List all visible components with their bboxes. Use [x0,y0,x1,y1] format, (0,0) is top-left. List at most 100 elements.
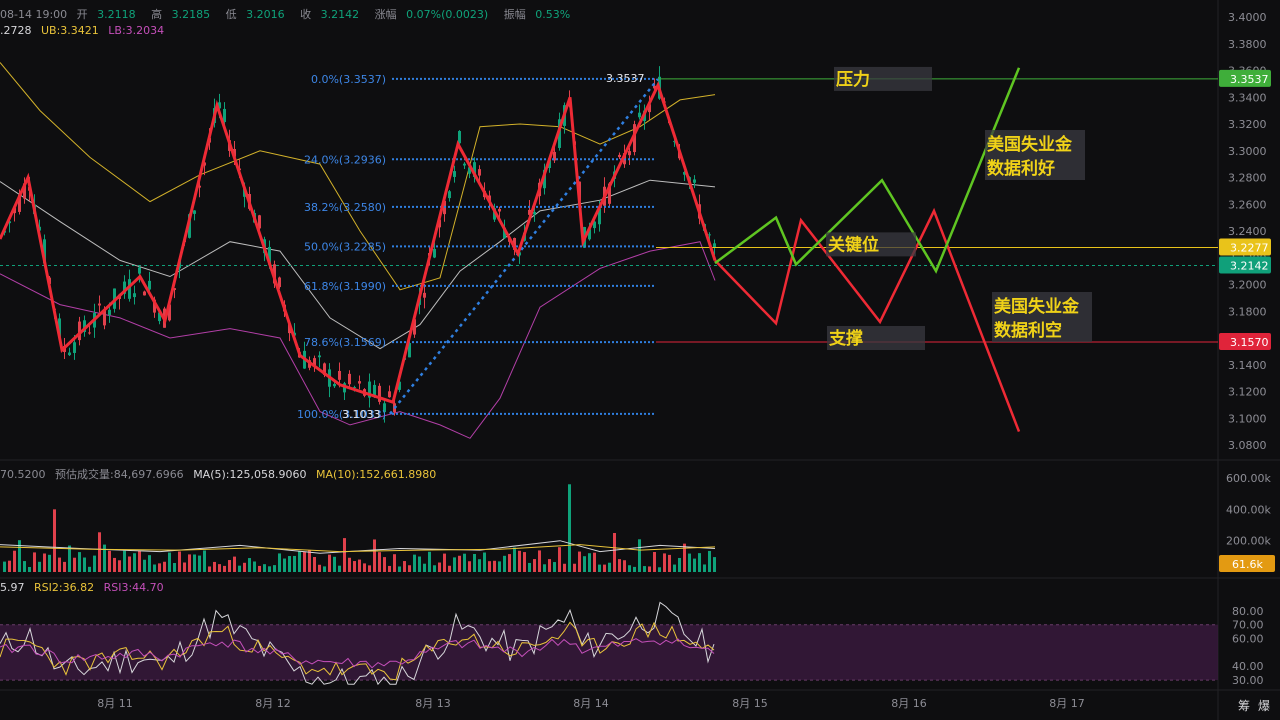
candle-body [333,383,336,387]
candle-body [88,332,91,334]
volume-bar [128,556,131,572]
price-tick: 3.3200 [1228,118,1267,131]
volume-tick: 400.00k [1226,503,1271,516]
volume-bar [698,553,701,572]
date-tick: 8月 15 [732,697,768,710]
volume-bar [633,566,636,572]
volume-bar [208,566,211,572]
volume-bar [188,554,191,572]
volume-bar [673,564,676,572]
volume-bar [678,557,681,572]
volume-bar [113,557,116,572]
volume-bar [223,565,226,572]
volume-bar [493,560,496,572]
price-tick: 3.2000 [1228,279,1267,292]
volume-bar [558,547,561,572]
volume-bar [173,563,176,572]
volume-bar [423,563,426,572]
volume-bar [463,553,466,572]
volume-bar [388,565,391,572]
candle-body [98,303,101,306]
volume-bar [498,561,501,572]
candle-body [693,179,696,183]
candle-body [143,291,146,296]
volume-tick: 200.00k [1226,535,1271,548]
rsi-tick: 40.00 [1232,660,1264,673]
volume-bar [668,554,671,572]
fib-level-label: 24.0%(3.2936) [304,153,386,166]
volume-bar [538,550,541,572]
volume-bar [333,556,336,572]
price-marker-label: 3.1570 [1230,336,1269,349]
volume-bar [343,538,346,572]
volume-bar [73,557,76,572]
candle-body [533,211,536,215]
fib-level-label: 38.2%(3.2580) [304,201,386,214]
volume-bar [348,557,351,572]
price-tick: 3.2800 [1228,172,1267,185]
volume-bar [513,547,516,572]
volume-bar [508,554,511,572]
volume-bar [413,554,416,572]
volume-bar [313,557,316,572]
candle-body [138,267,141,274]
volume-bar [118,560,121,572]
candle-body [348,373,351,385]
volume-bar [248,558,251,572]
volume-bar [528,562,531,572]
volume-bar [323,566,326,572]
volume-bar [243,562,246,572]
resistance-label: 压力 [836,69,870,90]
price-tick: 3.3400 [1228,91,1267,104]
volume-bar [618,559,621,572]
price-tick: 3.1800 [1228,305,1267,318]
price-tick: 3.1000 [1228,412,1267,425]
price-marker-label: 3.2142 [1230,260,1269,273]
volume-bar [158,563,161,572]
volume-bar [23,561,26,572]
volume-bar [708,550,711,572]
candle-body [73,342,76,353]
volume-bar [228,560,231,572]
volume-bar [163,561,166,572]
price-tick: 3.3000 [1228,145,1267,158]
volume-bar [178,551,181,572]
volume-bar [48,554,51,572]
candle-body [618,154,621,158]
bearish-note-line1: 美国失业金 [994,296,1080,317]
date-tick: 8月 13 [415,697,451,710]
fib-high-label: 3.3537 [606,72,645,85]
trading-chart[interactable]: 3.40003.38003.36003.34003.32003.30003.28… [0,0,1280,720]
volume-bar [98,532,101,572]
candle-body [478,169,481,176]
volume-bar [263,564,266,572]
volume-bar [233,556,236,572]
volume-bar [133,553,136,572]
volume-bar [543,564,546,572]
volume-bar [393,554,396,572]
candle-body [628,151,631,156]
candle-body [278,277,281,288]
candle-body [68,352,71,356]
volume-bar [503,555,506,572]
volume-bar [293,555,296,572]
volume-bar [433,565,436,572]
price-tick: 3.1200 [1228,386,1267,399]
price-tick: 3.1400 [1228,359,1267,372]
price-tick: 3.2600 [1228,198,1267,211]
date-tick: 8月 17 [1049,697,1085,710]
volume-bar [378,552,381,572]
volume-bar [198,555,201,572]
volume-bar [603,564,606,572]
volume-bar [78,552,81,572]
volume-bar [573,563,576,572]
candle-body [463,163,466,166]
candle-body [193,210,196,214]
volume-bar [523,552,526,572]
candle-body [448,191,451,199]
volume-bar [373,539,376,572]
candle-body [318,355,321,358]
price-tick: 3.4000 [1228,11,1267,24]
volume-bar [153,564,156,572]
volume-bar [268,566,271,572]
